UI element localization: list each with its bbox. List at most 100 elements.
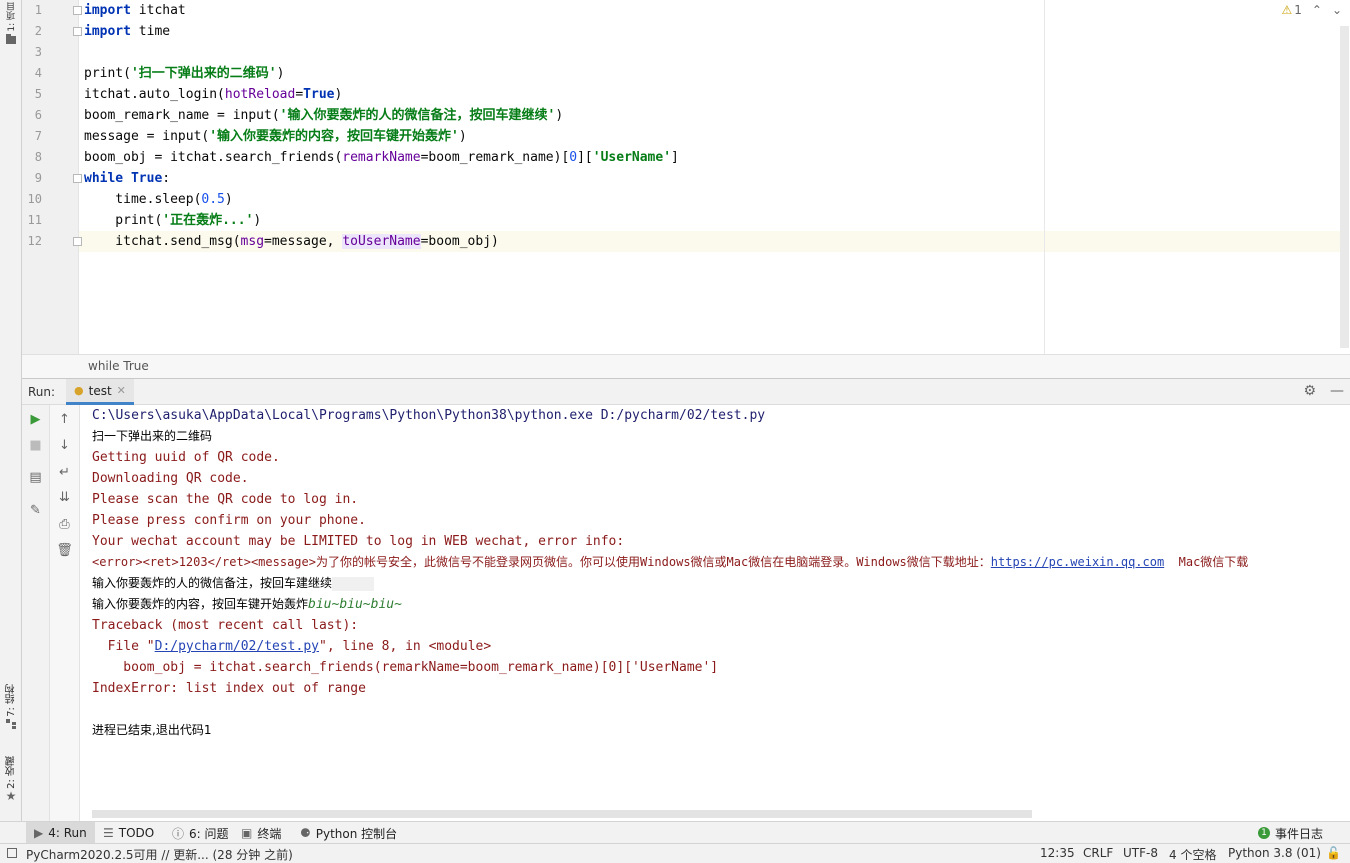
console-horizontal-scrollbar[interactable] — [92, 810, 1032, 818]
chevron-up-icon[interactable]: ⌃ — [1312, 3, 1322, 17]
code-line[interactable]: print('扫一下弹出来的二维码') — [84, 63, 284, 84]
tool-window-todo[interactable]: ☰ TODO — [95, 822, 162, 844]
code-line[interactable]: time.sleep(0.5) — [84, 189, 232, 210]
redacted-input — [332, 576, 375, 591]
fold-marker[interactable] — [73, 237, 82, 246]
stop-button[interactable]: ■ — [22, 434, 49, 456]
info-icon: ⓘ — [172, 826, 185, 841]
fold-marker[interactable] — [73, 174, 82, 183]
python-file-icon: ● — [74, 384, 84, 397]
run-icon: ▶ — [34, 826, 44, 840]
project-tool-tab[interactable]: 1: 项目 — [0, 2, 22, 44]
console-line: 进程已结束,退出代码1 — [92, 723, 212, 737]
structure-icon — [6, 718, 16, 729]
console-line: C:\Users\asuka\AppData\Local\Programs\Py… — [92, 408, 766, 423]
trash-icon[interactable]: 🗑 — [50, 539, 79, 561]
run-panel-label: Run: — [28, 385, 56, 399]
line-number: 7 — [34, 129, 42, 143]
scroll-to-end-icon[interactable]: ⇊ — [50, 486, 79, 508]
fold-marker[interactable] — [73, 27, 82, 36]
python-icon: ⚈ — [300, 826, 311, 840]
run-console[interactable]: C:\Users\asuka\AppData\Local\Programs\Py… — [80, 405, 1350, 821]
code-line[interactable]: import time — [84, 21, 170, 42]
user-input: biu~biu~biu~ — [308, 597, 402, 612]
editor-vertical-scrollbar[interactable] — [1340, 26, 1349, 348]
line-number: 4 — [34, 66, 42, 80]
project-tab-label: 1: 项目 — [6, 2, 17, 32]
folder-icon — [6, 33, 16, 44]
warning-icon: ⚠ — [1281, 3, 1293, 17]
caret-position[interactable]: 12:35 — [1040, 846, 1075, 860]
indent-setting[interactable]: 4 个空格 — [1169, 846, 1216, 863]
layout-icon[interactable]: ▤ — [22, 466, 49, 488]
console-line: IndexError: list index out of range — [92, 681, 366, 696]
arrow-down-icon[interactable]: ↓ — [50, 434, 79, 456]
code-line[interactable]: while True: — [84, 168, 170, 189]
code-line[interactable]: message = input('输入你要轰炸的内容，按回车键开始轰炸') — [84, 126, 467, 147]
arrow-up-icon[interactable]: ↑ — [50, 408, 79, 430]
line-number: 12 — [27, 234, 42, 248]
tool-window-run[interactable]: ▶ 4: Run — [26, 822, 95, 844]
console-line: 输入你要轰炸的人的微信备注，按回车建继续 — [92, 573, 375, 594]
status-message[interactable]: PyCharm2020.2.5可用 // 更新... (28 分钟 之前) — [26, 846, 293, 863]
console-line: File "D:/pycharm/02/test.py", line 8, in… — [92, 639, 492, 654]
code-line[interactable]: import itchat — [84, 0, 186, 21]
line-number: 10 — [27, 192, 42, 206]
favorites-tool-tab[interactable]: 2: 收藏 ★ — [0, 756, 22, 803]
line-number: 5 — [34, 87, 42, 101]
lock-icon[interactable]: 🔓 — [1326, 846, 1341, 860]
code-editor[interactable]: 1 2 3 4 5 6 7 8 9 10 11 12 import itchat… — [22, 0, 1350, 354]
tool-window-event-log[interactable]: 1 事件日志 — [1250, 822, 1331, 844]
code-line[interactable]: itchat.auto_login(hotReload=True) — [84, 84, 342, 105]
gear-icon[interactable]: ⚙ — [1303, 383, 1316, 399]
console-line: Please press confirm on your phone. — [92, 513, 366, 528]
code-line[interactable]: boom_obj = itchat.search_friends(remarkN… — [84, 147, 679, 168]
pin-icon[interactable]: ✎ — [22, 499, 49, 521]
tool-window-problems[interactable]: ⓘ 6: 问题 — [164, 822, 237, 844]
line-number: 2 — [34, 24, 42, 38]
chevron-down-icon[interactable]: ⌄ — [1332, 3, 1342, 17]
run-tab-label: test — [88, 383, 112, 398]
terminal-icon: ▣ — [241, 826, 253, 840]
right-margin-guide — [1044, 0, 1045, 354]
inspection-widget[interactable]: ⚠ 1 ⌃ ⌄ — [1281, 3, 1342, 17]
tool-window-bar: ▶ 4: Run ☰ TODO ⓘ 6: 问题 ▣ 终端 ⚈ Python 控制… — [0, 821, 1350, 844]
print-icon[interactable]: ⎙ — [50, 513, 79, 535]
tool-window-python-console[interactable]: ⚈ Python 控制台 — [292, 822, 405, 844]
line-number: 1 — [34, 3, 42, 17]
console-line: 扫一下弹出来的二维码 — [92, 429, 213, 443]
breadcrumb[interactable]: while True — [88, 359, 149, 373]
structure-tab-label: 7: 结构 — [5, 684, 17, 717]
line-separator[interactable]: CRLF — [1083, 846, 1113, 860]
line-number: 6 — [34, 108, 42, 122]
line-number: 3 — [34, 45, 42, 59]
tool-window-terminal[interactable]: ▣ 终端 — [233, 822, 289, 844]
left-tool-strip: 1: 项目 7: 结构 2: 收藏 ★ — [0, 0, 22, 843]
file-encoding[interactable]: UTF-8 — [1123, 846, 1158, 860]
console-line: Your wechat account may be LIMITED to lo… — [92, 534, 625, 549]
code-line[interactable]: itchat.send_msg(msg=message, toUserName=… — [84, 231, 499, 252]
console-line: <error><ret>1203</ret><message>为了你的帐号安全，… — [92, 555, 1249, 569]
window-icon[interactable] — [7, 848, 17, 858]
console-line: boom_obj = itchat.search_friends(remarkN… — [92, 660, 719, 675]
favorites-tab-label: 2: 收藏 — [5, 756, 17, 789]
structure-tool-tab[interactable]: 7: 结构 — [0, 684, 22, 729]
close-icon[interactable]: ✕ — [117, 384, 126, 397]
console-line: Please scan the QR code to log in. — [92, 492, 359, 507]
minimize-icon[interactable]: — — [1330, 383, 1344, 399]
list-icon: ☰ — [103, 826, 114, 840]
console-link[interactable]: https://pc.weixin.qq.com — [991, 555, 1164, 569]
code-line[interactable]: print('正在轰炸...') — [84, 210, 261, 231]
run-toolbar-secondary: ↑ ↓ ↵ ⇊ ⎙ 🗑 — [50, 405, 80, 821]
rerun-button[interactable]: ▶ — [22, 408, 49, 430]
soft-wrap-icon[interactable]: ↵ — [50, 461, 79, 483]
python-interpreter[interactable]: Python 3.8 (01) — [1228, 846, 1321, 860]
traceback-file-link[interactable]: D:/pycharm/02/test.py — [155, 639, 319, 654]
star-icon: ★ — [5, 788, 17, 803]
line-number: 8 — [34, 150, 42, 164]
code-line[interactable]: boom_remark_name = input('输入你要轰炸的人的微信备注，… — [84, 105, 563, 126]
fold-marker[interactable] — [73, 6, 82, 15]
console-line: Traceback (most recent call last): — [92, 618, 359, 633]
inspection-count: 1 — [1294, 3, 1302, 17]
run-tab-test[interactable]: ● test ✕ — [66, 379, 134, 405]
